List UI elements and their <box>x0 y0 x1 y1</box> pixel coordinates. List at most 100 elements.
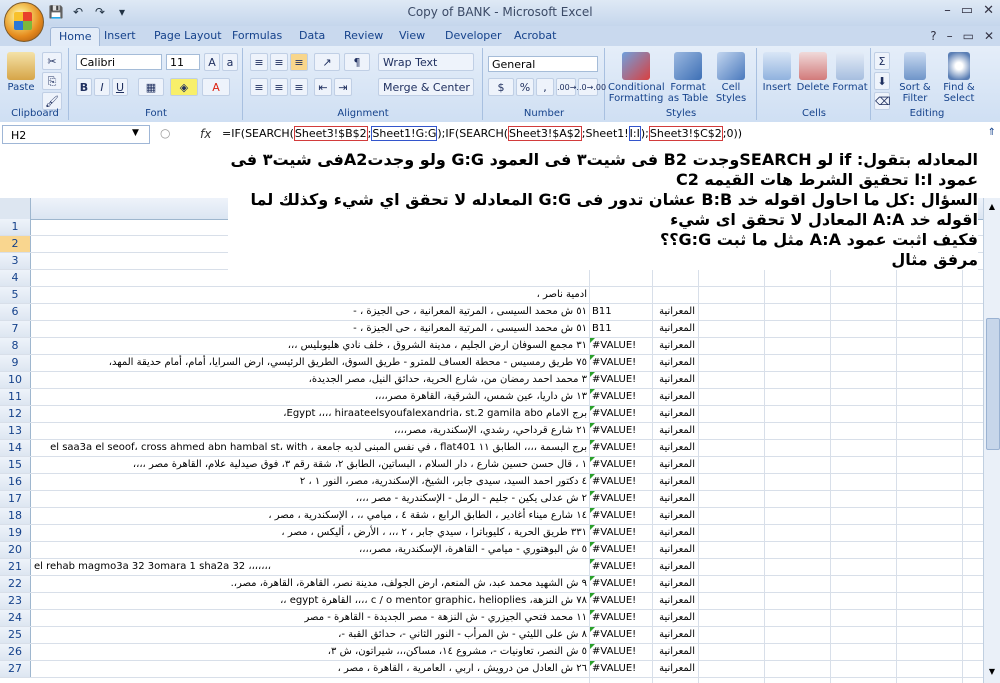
region-cell[interactable]: المعرانية <box>652 593 698 609</box>
decrease-decimal-button[interactable]: .0→.00 <box>578 78 606 96</box>
minimize-button[interactable]: – <box>944 3 951 18</box>
row-header[interactable]: 10 <box>0 372 31 388</box>
region-cell[interactable]: المعرانية <box>652 627 698 643</box>
row-header[interactable]: 24 <box>0 610 31 626</box>
address-cell[interactable]: ١٤ شارع ميناء أغادير ، الطابق الرابع ، ش… <box>34 508 587 524</box>
region-cell[interactable]: المعرانية <box>652 440 698 456</box>
currency-icon[interactable]: $ <box>488 78 514 96</box>
region-cell[interactable]: المعرانية <box>652 372 698 388</box>
delete-cells-button[interactable]: Delete <box>796 52 830 93</box>
result-cell[interactable]: #VALUE! <box>589 644 652 660</box>
row-header[interactable]: 3 <box>0 253 31 269</box>
address-cell[interactable]: ٢٦ ش العادل من درويش ، اربي ، العامرية ،… <box>34 661 587 677</box>
ribbon-minimize-icon[interactable]: – <box>947 29 953 43</box>
bold-button[interactable]: B <box>76 78 92 96</box>
comma-button[interactable]: , <box>536 78 554 96</box>
tab-home[interactable]: Home <box>50 27 101 47</box>
format-cells-button[interactable]: Format <box>832 52 868 93</box>
italic-button[interactable]: I <box>94 78 110 96</box>
result-cell[interactable]: #VALUE! <box>589 610 652 626</box>
result-cell[interactable]: #VALUE! <box>589 491 652 507</box>
result-cell[interactable]: #VALUE! <box>589 474 652 490</box>
font-color-icon[interactable]: A <box>202 78 230 96</box>
region-cell[interactable]: المعرانية <box>652 610 698 626</box>
tab-data[interactable]: Data <box>299 29 325 42</box>
region-cell[interactable]: المعرانية <box>652 423 698 439</box>
decrease-indent-icon[interactable]: ⇤ <box>314 78 332 96</box>
result-cell[interactable]: #VALUE! <box>589 457 652 473</box>
result-cell[interactable]: #VALUE! <box>589 372 652 388</box>
format-as-table-button[interactable]: Format as Table <box>666 52 710 104</box>
wrap-text-button[interactable]: Wrap Text <box>378 53 474 71</box>
address-cell[interactable]: ٩ ش الشهيد محمد عبد، ش المنعم، ارض الجول… <box>34 576 587 592</box>
fill-color-icon[interactable]: ◈ <box>170 78 198 96</box>
align-top-icon[interactable]: ≡ <box>250 53 268 71</box>
align-left-icon[interactable]: ≡ <box>250 78 268 96</box>
grow-font-icon[interactable]: A <box>204 53 220 71</box>
underline-button[interactable]: U <box>112 78 128 96</box>
address-cell[interactable]: ٨ ش على الليثي - ش المرأب - النور الثاني… <box>34 627 587 643</box>
collapse-formula-bar-icon[interactable]: ⇑ <box>988 127 996 138</box>
region-cell[interactable]: المعرانية <box>652 644 698 660</box>
result-cell[interactable]: B11 <box>589 304 652 320</box>
result-cell[interactable]: #VALUE! <box>589 440 652 456</box>
restore-button[interactable]: ▭ <box>961 3 973 18</box>
region-cell[interactable]: المعرانية <box>652 559 698 575</box>
row-header[interactable]: 9 <box>0 355 31 371</box>
row-header[interactable]: 11 <box>0 389 31 405</box>
address-cell[interactable]: ٣ محمد احمد رمضان من، شارع الحرية، حدائق… <box>34 372 587 388</box>
autosum-icon[interactable]: Σ <box>874 52 890 70</box>
tab-acrobat[interactable]: Acrobat <box>514 29 556 42</box>
row-header[interactable]: 7 <box>0 321 31 337</box>
align-bottom-icon[interactable]: ≡ <box>290 53 308 71</box>
vertical-scrollbar[interactable]: ▲ ▼ <box>983 198 1000 683</box>
fill-icon[interactable]: ⬇ <box>874 72 890 90</box>
address-cell[interactable]: ٥ ش البوهتوري - ميامي - القاهرة، الإسكند… <box>34 542 587 558</box>
row-header[interactable]: 15 <box>0 457 31 473</box>
text-direction-icon[interactable]: ¶ <box>344 53 370 71</box>
font-name-combo[interactable]: Calibri <box>76 54 162 70</box>
result-cell[interactable]: #VALUE! <box>589 389 652 405</box>
copy-icon[interactable]: ⎘ <box>42 72 62 90</box>
region-cell[interactable]: المعرانية <box>652 338 698 354</box>
region-cell[interactable]: المعرانية <box>652 508 698 524</box>
row-header[interactable]: 17 <box>0 491 31 507</box>
address-cell[interactable]: ١ ، قال حسن حسين شارع ، دار السلام ، الب… <box>34 457 587 473</box>
address-cell[interactable]: ٧٥ طريق رمسيس - محطة العساف للمترو - طري… <box>34 355 587 371</box>
align-middle-icon[interactable]: ≡ <box>270 53 288 71</box>
address-cell[interactable]: ٢ ش عدلى يكين - جليم - الرمل - الإسكندري… <box>34 491 587 507</box>
align-right-icon[interactable]: ≡ <box>290 78 308 96</box>
result-cell[interactable]: #VALUE! <box>589 406 652 422</box>
address-cell[interactable]: ادمية ناصر ، <box>34 287 587 303</box>
row-header[interactable]: 1 <box>0 219 31 235</box>
region-cell[interactable]: المعرانية <box>652 661 698 677</box>
row-header[interactable]: 20 <box>0 542 31 558</box>
region-cell[interactable]: المعرانية <box>652 457 698 473</box>
ribbon-close-icon[interactable]: ✕ <box>984 29 994 43</box>
row-header[interactable]: 6 <box>0 304 31 320</box>
region-cell[interactable]: المعرانية <box>652 355 698 371</box>
increase-indent-icon[interactable]: ⇥ <box>334 78 352 96</box>
address-cell[interactable]: ٧٨ ش النزهة، c / o mentor graphic، helio… <box>34 593 587 609</box>
result-cell[interactable]: #VALUE! <box>589 627 652 643</box>
row-header[interactable]: 2 <box>0 236 31 252</box>
region-cell[interactable] <box>652 287 698 303</box>
scroll-up-icon[interactable]: ▲ <box>985 202 999 216</box>
cell-styles-button[interactable]: Cell Styles <box>710 52 752 104</box>
row-header[interactable]: 27 <box>0 661 31 677</box>
increase-decimal-button[interactable]: .00→.0 <box>556 78 584 96</box>
name-box[interactable]: H2 <box>2 125 150 144</box>
font-size-combo[interactable]: 11 <box>166 54 200 70</box>
result-cell[interactable]: B11 <box>589 321 652 337</box>
tab-insert[interactable]: Insert <box>104 29 136 42</box>
cut-icon[interactable]: ✂ <box>42 52 62 70</box>
address-cell[interactable]: ٥١ ش محمد السيسى ، المرتية المعرانية ، ح… <box>34 304 587 320</box>
address-cell[interactable]: ٥١ ش محمد السيسى ، المرتية المعرانية ، ح… <box>34 321 587 337</box>
result-cell[interactable]: #VALUE! <box>589 576 652 592</box>
result-cell[interactable]: #VALUE! <box>589 508 652 524</box>
row-header[interactable]: 21 <box>0 559 31 575</box>
scroll-down-icon[interactable]: ▼ <box>985 667 999 681</box>
result-cell[interactable]: #VALUE! <box>589 593 652 609</box>
address-cell[interactable] <box>34 270 587 286</box>
row-header[interactable]: 23 <box>0 593 31 609</box>
